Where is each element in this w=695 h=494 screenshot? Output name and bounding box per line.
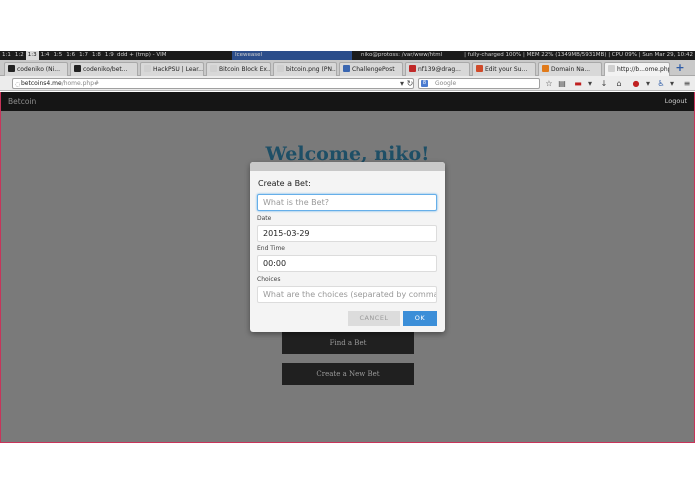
- tab-label: Domain Na...: [551, 66, 591, 73]
- browser-tab[interactable]: Domain Na...: [538, 62, 602, 76]
- choices-input[interactable]: What are the choices (separated by comma…: [257, 286, 437, 303]
- workspace-4[interactable]: 1:4: [39, 51, 52, 60]
- globe-icon: ◌: [15, 81, 21, 88]
- url-host: betcoins4.me: [21, 80, 62, 87]
- tab-favicon-icon: [210, 65, 217, 72]
- tab-favicon-icon: [8, 65, 15, 72]
- tab-label: HackPSU | Lear...: [153, 66, 204, 73]
- wm-window-terminal[interactable]: niko@protoss: /var/www/html: [358, 51, 445, 60]
- end-time-input[interactable]: 00:00: [257, 255, 437, 272]
- date-label: Date: [257, 215, 272, 222]
- addon-red-icon[interactable]: ▬: [572, 78, 584, 89]
- browser-tab[interactable]: http://b...ome.php: [604, 62, 670, 76]
- workspace-5[interactable]: 1:5: [51, 51, 64, 60]
- ok-button[interactable]: OK: [403, 311, 437, 326]
- addon-dropdown-icon-2[interactable]: ▾: [642, 78, 654, 89]
- tab-label: codeniko (Ni...: [17, 66, 60, 73]
- search-input[interactable]: 8 Google: [418, 78, 540, 89]
- search-engine-icon[interactable]: 8: [421, 80, 428, 87]
- url-path: /home.php#: [61, 80, 100, 87]
- date-input[interactable]: 2015-03-29: [257, 225, 437, 242]
- browser-tab[interactable]: codeniko (Ni...: [4, 62, 68, 76]
- tab-favicon-icon: [144, 65, 151, 72]
- home-icon[interactable]: ⌂: [613, 78, 625, 89]
- browser-tab[interactable]: codeniko/bet...: [70, 62, 138, 76]
- tab-label: nf139@drag...: [418, 66, 461, 73]
- tab-favicon-icon: [74, 65, 81, 72]
- url-field[interactable]: ◌ betcoins4.me/home.php#: [12, 78, 414, 89]
- addon-dropdown-icon-3[interactable]: ▾: [666, 78, 678, 89]
- clipboard-icon[interactable]: ▤: [556, 78, 568, 89]
- tab-label: codeniko/bet...: [83, 66, 128, 73]
- browser-tab[interactable]: bitcoin.png (PN...: [273, 62, 337, 76]
- workspace-list: 1:1 1:2 1:3 1:4 1:5 1:6 1:7 1:8 1:9: [0, 51, 116, 60]
- bet-input[interactable]: What is the Bet?: [257, 194, 437, 211]
- bookmark-star-icon[interactable]: ☆: [543, 78, 555, 89]
- find-bet-button[interactable]: Find a Bet: [282, 332, 414, 354]
- tab-label: Edit your Su...: [485, 66, 528, 73]
- tab-favicon-icon: [608, 65, 615, 72]
- brand-link[interactable]: Betcoin: [8, 97, 36, 106]
- workspace-1[interactable]: 1:1: [0, 51, 13, 60]
- site-navbar: Betcoin Logout: [1, 92, 694, 111]
- workspace-8[interactable]: 1:8: [90, 51, 103, 60]
- workspace-7[interactable]: 1:7: [77, 51, 90, 60]
- tab-label: Bitcoin Block Ex...: [219, 66, 271, 73]
- tab-favicon-icon: [476, 65, 483, 72]
- workspace-3[interactable]: 1:3: [25, 51, 39, 60]
- end-time-label: End Time: [257, 245, 285, 252]
- browser-tab-bar: codeniko (Ni... codeniko/bet... HackPSU | …: [0, 60, 695, 76]
- tab-favicon-icon: [409, 65, 416, 72]
- browser-tab[interactable]: HackPSU | Lear...: [140, 62, 204, 76]
- browser-tab[interactable]: Bitcoin Block Ex...: [206, 62, 271, 76]
- browser-tab[interactable]: ChallengePost: [339, 62, 403, 76]
- tab-label: bitcoin.png (PN...: [286, 66, 337, 73]
- tab-favicon-icon: [343, 65, 350, 72]
- addon-dropdown-icon[interactable]: ▾: [584, 78, 596, 89]
- window-manager-bar: 1:1 1:2 1:3 1:4 1:5 1:6 1:7 1:8 1:9 ddd + (tmp) …: [0, 51, 695, 60]
- tab-label: ChallengePost: [352, 66, 395, 73]
- reload-icon[interactable]: ↻: [404, 78, 416, 89]
- browser-tab[interactable]: Edit your Su...: [472, 62, 536, 76]
- search-placeholder: Google: [435, 80, 457, 87]
- stop-sign-icon[interactable]: ●: [630, 78, 642, 89]
- modal-header-bar: [250, 162, 445, 171]
- workspace-2[interactable]: 1:2: [13, 51, 26, 60]
- system-status: | fully-charged 100% | MEM 22% (1349MB/5…: [464, 52, 693, 58]
- wm-window-iceweasel[interactable]: Iceweasel: [232, 51, 352, 60]
- wm-window-vim[interactable]: ddd + (tmp) - VIM: [114, 51, 170, 60]
- menu-icon[interactable]: ≡: [681, 78, 693, 89]
- browser-nav-bar: ◌ betcoins4.me/home.php# ▾ ↻ 8 Google ☆ …: [0, 76, 695, 91]
- tab-label: http://b...ome.php: [617, 66, 670, 73]
- cancel-button[interactable]: CANCEL: [348, 311, 400, 326]
- download-icon[interactable]: ↓: [598, 78, 610, 89]
- tab-favicon-icon: [542, 65, 549, 72]
- workspace-6[interactable]: 1:6: [64, 51, 77, 60]
- logout-link[interactable]: Logout: [665, 97, 687, 105]
- new-tab-button[interactable]: +: [674, 62, 686, 74]
- choices-label: Choices: [257, 276, 281, 283]
- modal-title: Create a Bet:: [258, 179, 311, 188]
- create-bet-button[interactable]: Create a New Bet: [282, 363, 414, 385]
- browser-tab[interactable]: nf139@drag...: [405, 62, 470, 76]
- create-bet-modal: Create a Bet: What is the Bet? Date 2015…: [250, 162, 445, 332]
- tab-favicon-icon: [277, 65, 284, 72]
